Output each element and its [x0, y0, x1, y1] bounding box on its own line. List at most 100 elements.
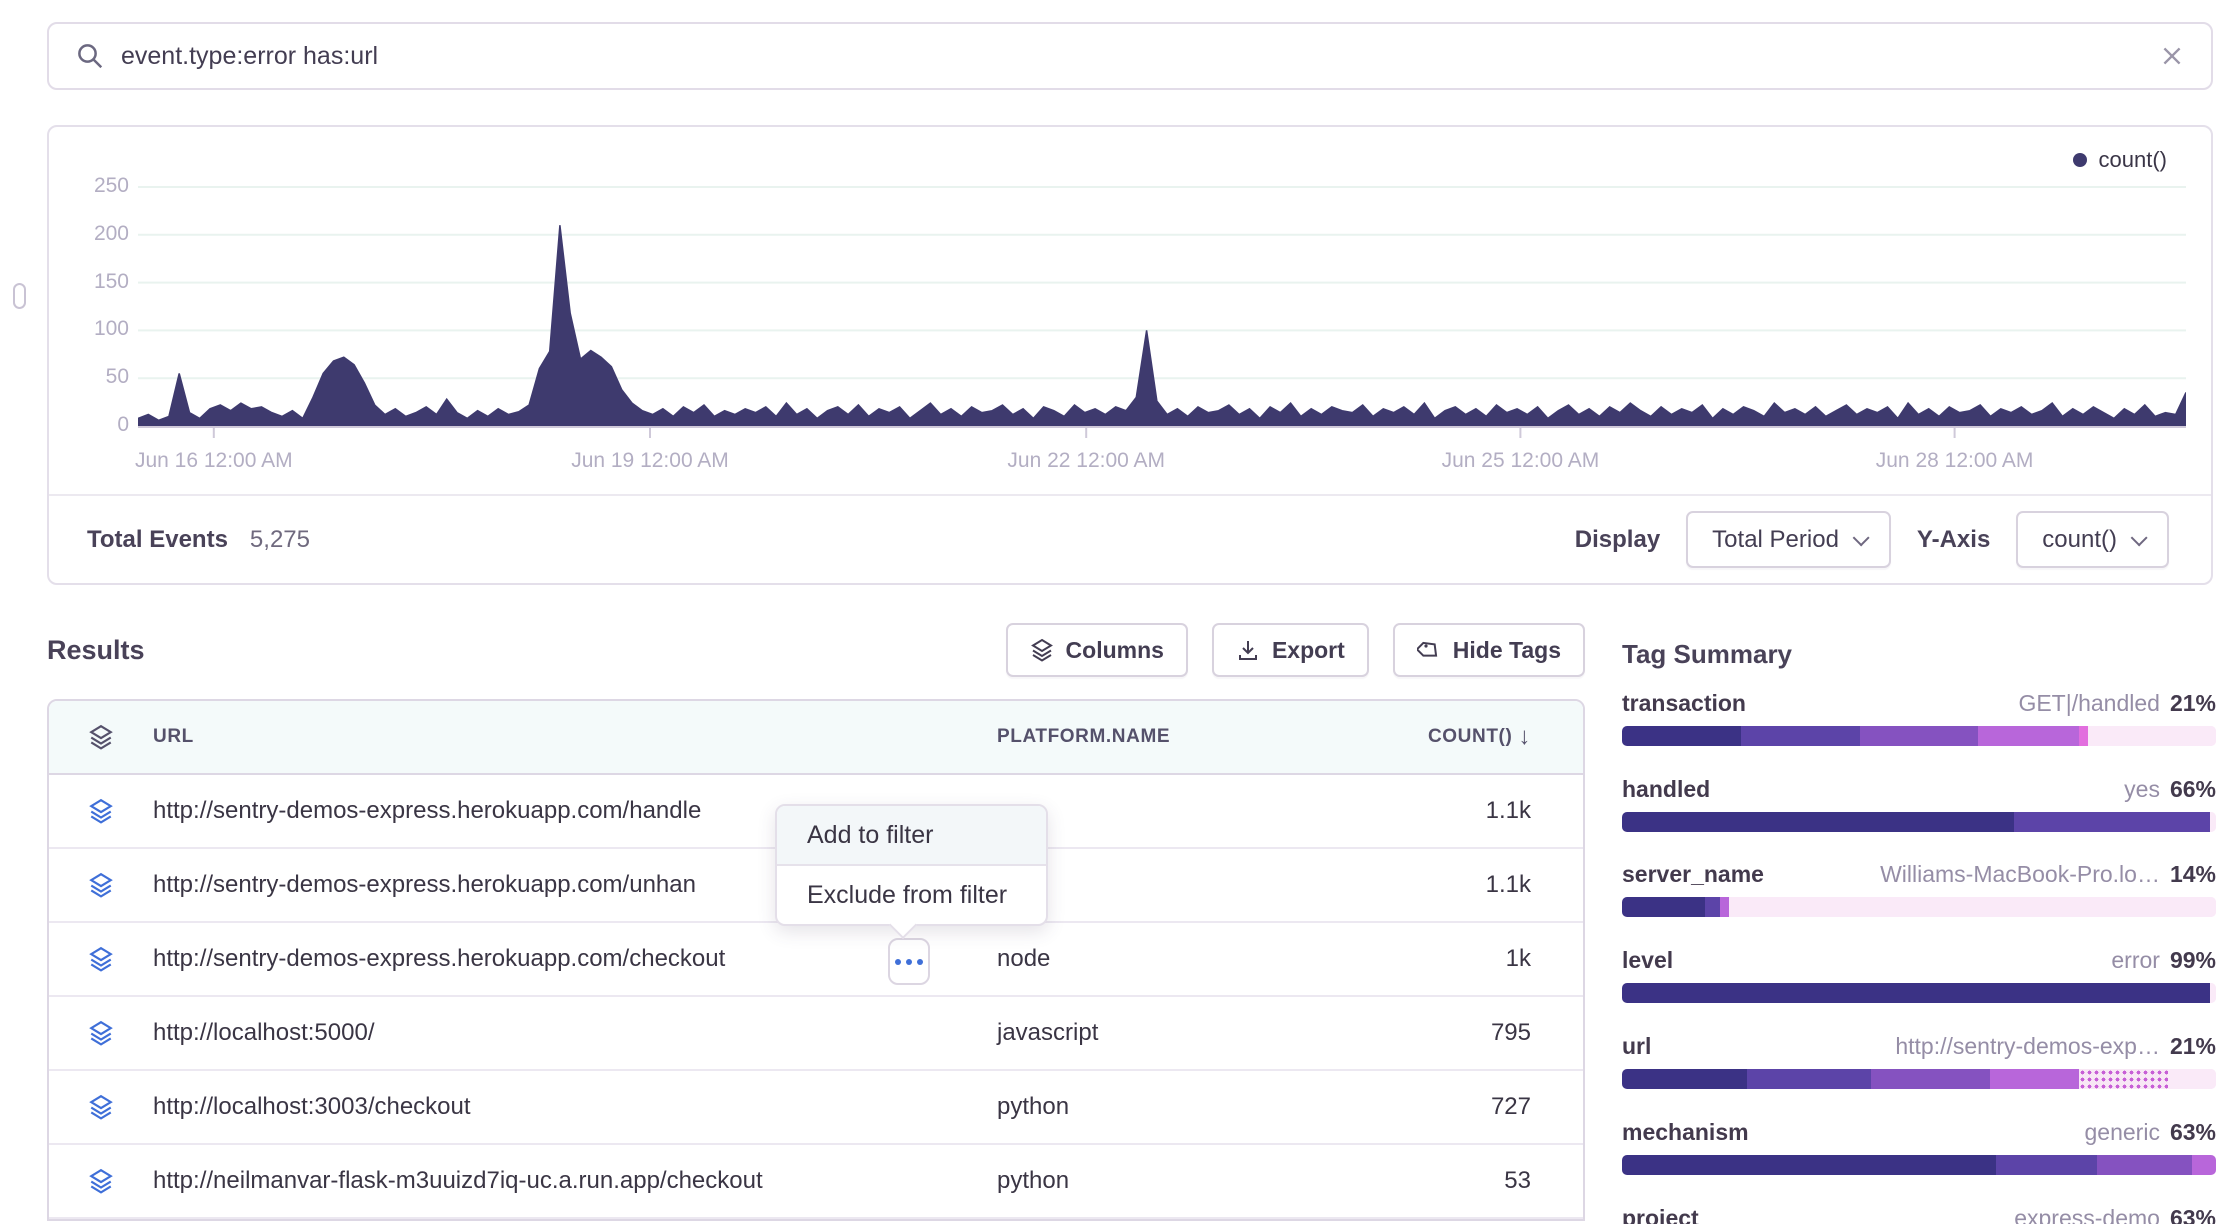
- tag-icon: [1417, 638, 1441, 662]
- display-dropdown[interactable]: Total Period: [1686, 511, 1891, 568]
- y-tick-label: 200: [57, 222, 129, 246]
- table-row[interactable]: http://sentry-demos-express.herokuapp.co…: [49, 923, 1583, 997]
- count-cell[interactable]: 53: [1377, 1167, 1559, 1195]
- tag-percent: 63%: [2170, 1205, 2216, 1224]
- tag-bar-segment[interactable]: [1978, 726, 2079, 746]
- yaxis-dropdown[interactable]: count(): [2016, 511, 2169, 568]
- tag-distribution-bar[interactable]: [1622, 897, 2216, 917]
- y-tick-label: 50: [57, 365, 129, 389]
- tag-bar-segment[interactable]: [1871, 1069, 1990, 1089]
- tag-distribution-bar[interactable]: [1622, 726, 2216, 746]
- export-button[interactable]: Export: [1212, 623, 1369, 677]
- count-cell[interactable]: 1k: [1377, 945, 1559, 973]
- hide-tags-button[interactable]: Hide Tags: [1393, 623, 1585, 677]
- tag-bar-segment[interactable]: [2079, 1069, 2168, 1089]
- tag-bar-segment[interactable]: [2168, 1069, 2216, 1089]
- y-tick-label: 100: [57, 317, 129, 341]
- platform-cell[interactable]: javascript: [997, 1019, 1377, 1047]
- tag-bar-segment[interactable]: [1741, 726, 1860, 746]
- cell-actions-button[interactable]: [888, 938, 930, 985]
- tag-bar-segment[interactable]: [1705, 897, 1720, 917]
- tag-bar-segment[interactable]: [1747, 1069, 1872, 1089]
- table-row[interactable]: http://localhost:5000/javascript795: [49, 997, 1583, 1071]
- tag-bar-segment[interactable]: [1860, 726, 1979, 746]
- tag-bar-segment[interactable]: [1720, 897, 1729, 917]
- results-title: Results: [47, 635, 145, 666]
- results-table: URL PLATFORM.NAME COUNT() ↓ http://sentr…: [47, 699, 1585, 1221]
- tag-summary-row: mechanism generic 63%: [1622, 1119, 2216, 1175]
- tag-summary-row: projectexpress-demo63%: [1622, 1205, 2216, 1224]
- stack-icon: [88, 872, 114, 898]
- tag-bar-segment[interactable]: [2088, 726, 2216, 746]
- tag-bar-segment[interactable]: [2210, 812, 2216, 832]
- chevron-down-icon: [1853, 529, 1870, 546]
- count-cell[interactable]: 1.1k: [1377, 871, 1559, 899]
- tag-bar-segment[interactable]: [2192, 1155, 2216, 1175]
- tag-distribution-bar[interactable]: [1622, 1069, 2216, 1089]
- stack-icon: [88, 1020, 114, 1046]
- tag-percent: 21%: [2170, 690, 2216, 717]
- tag-bar-segment[interactable]: [1622, 1069, 1747, 1089]
- export-button-label: Export: [1272, 637, 1345, 664]
- yaxis-label: Y-Axis: [1917, 526, 1990, 554]
- stack-icon: [88, 798, 114, 824]
- platform-cell[interactable]: python: [997, 1167, 1377, 1195]
- tag-name: level: [1622, 947, 1673, 974]
- stack-icon[interactable]: [88, 724, 114, 750]
- tag-name: transaction: [1622, 690, 1746, 717]
- column-header-url[interactable]: URL: [153, 726, 997, 748]
- y-tick-label: 250: [57, 174, 129, 198]
- tag-name: mechanism: [1622, 1119, 1749, 1146]
- tag-top-value: generic: [2085, 1119, 2160, 1146]
- platform-cell[interactable]: python: [997, 1093, 1377, 1121]
- tag-bar-segment[interactable]: [2097, 1155, 2192, 1175]
- sidebar-collapse-handle[interactable]: [13, 283, 26, 309]
- count-cell[interactable]: 1.1k: [1377, 797, 1559, 825]
- x-tick-label: Jun 22 12:00 AM: [1007, 449, 1165, 473]
- url-cell[interactable]: http://sentry-demos-express.herokuapp.co…: [153, 945, 997, 973]
- chart-footer: Total Events 5,275 Display Total Period …: [49, 496, 2211, 583]
- tag-bar-segment[interactable]: [2079, 726, 2088, 746]
- count-cell[interactable]: 795: [1377, 1019, 1559, 1047]
- tag-percent: 63%: [2170, 1119, 2216, 1146]
- tag-bar-segment[interactable]: [1622, 812, 2014, 832]
- search-input[interactable]: [121, 42, 2143, 71]
- tag-bar-segment[interactable]: [1622, 897, 1705, 917]
- events-area-chart[interactable]: [138, 167, 2186, 442]
- column-header-platform[interactable]: PLATFORM.NAME: [997, 726, 1377, 748]
- tag-bar-segment[interactable]: [1729, 897, 2216, 917]
- menu-item-exclude-from-filter[interactable]: Exclude from filter: [777, 866, 1046, 924]
- tag-summary-row: transactionGET|/handled21%: [1622, 690, 2216, 746]
- results-header: Results Columns Export Hide Tags: [47, 622, 1585, 678]
- tag-bar-segment[interactable]: [1990, 1069, 2079, 1089]
- table-row[interactable]: http://neilmanvar-flask-m3uuizd7iq-uc.a.…: [49, 1145, 1583, 1219]
- search-bar[interactable]: [47, 22, 2213, 90]
- url-cell[interactable]: http://localhost:3003/checkout: [153, 1093, 997, 1121]
- x-tick-label: Jun 16 12:00 AM: [135, 449, 293, 473]
- stack-icon: [88, 946, 114, 972]
- clear-search-icon[interactable]: [2159, 43, 2185, 69]
- count-cell[interactable]: 727: [1377, 1093, 1559, 1121]
- tag-bar-segment[interactable]: [2014, 812, 2210, 832]
- x-tick-label: Jun 19 12:00 AM: [571, 449, 729, 473]
- table-header-row: URL PLATFORM.NAME COUNT() ↓: [49, 701, 1583, 775]
- tag-distribution-bar[interactable]: [1622, 812, 2216, 832]
- tag-bar-segment[interactable]: [2210, 983, 2216, 1003]
- menu-item-add-to-filter[interactable]: Add to filter: [777, 806, 1046, 864]
- tag-bar-segment[interactable]: [1996, 1155, 2097, 1175]
- url-cell[interactable]: http://neilmanvar-flask-m3uuizd7iq-uc.a.…: [153, 1167, 997, 1195]
- legend-dot: [2073, 153, 2087, 167]
- tag-distribution-bar[interactable]: [1622, 1155, 2216, 1175]
- hide-tags-button-label: Hide Tags: [1453, 637, 1561, 664]
- stack-icon: [88, 1094, 114, 1120]
- tag-bar-segment[interactable]: [1622, 1155, 1996, 1175]
- platform-cell[interactable]: node: [997, 945, 1377, 973]
- tag-bar-segment[interactable]: [1622, 726, 1741, 746]
- table-row[interactable]: http://localhost:3003/checkoutpython727: [49, 1071, 1583, 1145]
- search-icon: [75, 41, 105, 71]
- columns-button[interactable]: Columns: [1006, 623, 1188, 677]
- tag-bar-segment[interactable]: [1622, 983, 2210, 1003]
- tag-distribution-bar[interactable]: [1622, 983, 2216, 1003]
- url-cell[interactable]: http://localhost:5000/: [153, 1019, 997, 1047]
- column-header-count[interactable]: COUNT() ↓: [1377, 723, 1559, 751]
